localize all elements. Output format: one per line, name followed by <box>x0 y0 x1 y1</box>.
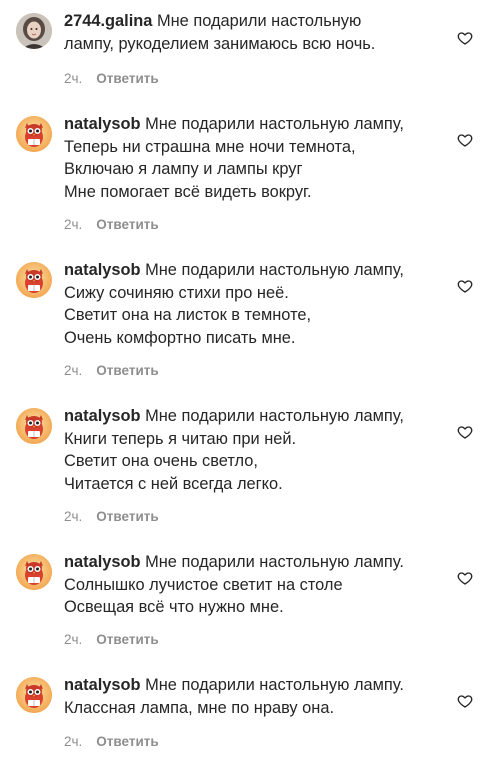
avatar[interactable] <box>16 408 52 444</box>
avatar[interactable] <box>16 262 52 298</box>
reply-button[interactable]: Ответить <box>96 734 158 749</box>
comment-text-block: 2744.galina Мне подарили настольную ламп… <box>64 10 444 55</box>
heart-icon[interactable] <box>457 570 473 586</box>
comment-username[interactable]: natalysob <box>64 676 141 694</box>
comment-username[interactable]: natalysob <box>64 407 141 425</box>
comment-text-block: natalysob Мне подарили настольную лампу,… <box>64 259 444 349</box>
comment-username[interactable]: 2744.galina <box>64 12 152 30</box>
reply-button[interactable]: Ответить <box>96 363 158 378</box>
avatar[interactable] <box>16 677 52 713</box>
avatar[interactable] <box>16 116 52 152</box>
comment-text-block: natalysob Мне подарили настольную лампу,… <box>64 113 444 203</box>
comment-text-block: natalysob Мне подарили настольную лампу.… <box>64 674 444 719</box>
comment-meta: 2ч. Ответить <box>64 363 159 378</box>
heart-icon[interactable] <box>457 278 473 294</box>
avatar[interactable] <box>16 554 52 590</box>
comment-text-block: natalysob Мне подарили настольную лампу.… <box>64 551 444 619</box>
comment-meta: 2ч. Ответить <box>64 734 159 749</box>
comment-text-block: natalysob Мне подарили настольную лампу,… <box>64 405 444 495</box>
heart-icon[interactable] <box>457 30 473 46</box>
comment-meta: 2ч. Ответить <box>64 509 159 524</box>
reply-button[interactable]: Ответить <box>96 632 158 647</box>
reply-button[interactable]: Ответить <box>96 509 158 524</box>
avatar[interactable] <box>16 13 52 49</box>
heart-icon[interactable] <box>457 132 473 148</box>
comment-username[interactable]: natalysob <box>64 115 141 133</box>
reply-button[interactable]: Ответить <box>96 71 158 86</box>
comment-timestamp: 2ч. <box>64 363 83 378</box>
comment-timestamp: 2ч. <box>64 509 83 524</box>
comment-timestamp: 2ч. <box>64 217 83 232</box>
heart-icon[interactable] <box>457 424 473 440</box>
heart-icon[interactable] <box>457 693 473 709</box>
comment-meta: 2ч. Ответить <box>64 217 159 232</box>
reply-button[interactable]: Ответить <box>96 217 158 232</box>
comment-timestamp: 2ч. <box>64 734 83 749</box>
comment-timestamp: 2ч. <box>64 71 83 86</box>
comment-username[interactable]: natalysob <box>64 553 141 571</box>
comment-timestamp: 2ч. <box>64 632 83 647</box>
comment-meta: 2ч. Ответить <box>64 632 159 647</box>
comment-meta: 2ч. Ответить <box>64 71 159 86</box>
comment-username[interactable]: natalysob <box>64 261 141 279</box>
